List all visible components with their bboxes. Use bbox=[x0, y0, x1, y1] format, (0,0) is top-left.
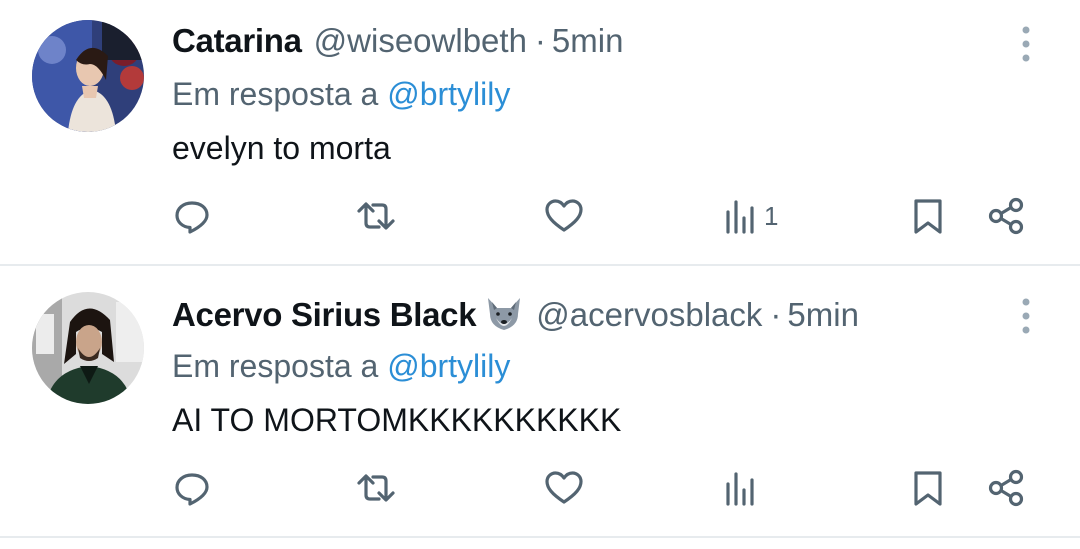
like-icon bbox=[545, 199, 583, 232]
user-handle[interactable]: @acervosblack bbox=[536, 292, 762, 338]
wolf-emoji-icon bbox=[484, 296, 524, 332]
display-name[interactable]: Catarina bbox=[172, 18, 302, 64]
separator-dot: · bbox=[770, 296, 782, 333]
retweet-icon bbox=[357, 202, 395, 230]
share-icon bbox=[988, 469, 1024, 507]
retweet-button[interactable] bbox=[356, 192, 396, 240]
reply-mention-link[interactable]: @brtylily bbox=[387, 76, 510, 112]
retweet-icon bbox=[357, 474, 395, 502]
action-bar bbox=[0, 464, 1080, 512]
avatar[interactable] bbox=[32, 20, 144, 132]
tweet-header: Acervo Sirius Black @acervosblack · 5min bbox=[172, 290, 859, 338]
views-button[interactable] bbox=[722, 464, 764, 512]
reply-button[interactable] bbox=[172, 464, 212, 512]
tweet[interactable]: Catarina @wiseowlbeth · 5min Em resposta… bbox=[0, 0, 1080, 266]
more-vertical-icon[interactable] bbox=[1014, 296, 1038, 336]
display-name[interactable]: Acervo Sirius Black bbox=[172, 292, 477, 338]
views-icon bbox=[726, 472, 754, 506]
reply-context: Em resposta a @brtylily bbox=[172, 344, 510, 388]
separator-dot: · bbox=[534, 22, 546, 59]
timestamp[interactable]: 5min bbox=[787, 292, 859, 338]
action-bar: 1 bbox=[0, 192, 1080, 240]
tweet-text: evelyn to morta bbox=[172, 130, 391, 166]
reply-button[interactable] bbox=[172, 192, 212, 240]
reply-mention-link[interactable]: @brtylily bbox=[387, 348, 510, 384]
bookmark-button[interactable] bbox=[908, 192, 948, 240]
avatar[interactable] bbox=[32, 292, 144, 404]
like-button[interactable] bbox=[544, 464, 584, 512]
retweet-button[interactable] bbox=[356, 464, 396, 512]
views-icon bbox=[726, 200, 754, 234]
bookmark-icon bbox=[914, 199, 942, 234]
bookmark-button[interactable] bbox=[908, 464, 948, 512]
like-button[interactable] bbox=[544, 192, 584, 240]
views-button[interactable]: 1 bbox=[722, 192, 778, 240]
reply-context: Em resposta a @brtylily bbox=[172, 72, 510, 116]
reply-prefix: Em resposta a bbox=[172, 348, 379, 384]
reply-feed: Catarina @wiseowlbeth · 5min Em resposta… bbox=[0, 0, 1080, 549]
tweet-text: AI TO MORTOMKKKKKKKKKK bbox=[172, 402, 622, 438]
share-button[interactable] bbox=[986, 192, 1026, 240]
views-count: 1 bbox=[764, 200, 779, 231]
timestamp[interactable]: 5min bbox=[552, 18, 624, 64]
like-icon bbox=[545, 471, 583, 504]
more-vertical-icon[interactable] bbox=[1014, 24, 1038, 64]
share-icon bbox=[988, 197, 1024, 235]
tweet[interactable]: Acervo Sirius Black @acervosblack · 5min bbox=[0, 272, 1080, 538]
share-button[interactable] bbox=[986, 464, 1026, 512]
user-handle[interactable]: @wiseowlbeth bbox=[314, 18, 527, 64]
tweet-header: Catarina @wiseowlbeth · 5min bbox=[172, 18, 623, 64]
reply-prefix: Em resposta a bbox=[172, 76, 379, 112]
reply-icon bbox=[175, 473, 209, 506]
bookmark-icon bbox=[914, 471, 942, 506]
reply-icon bbox=[175, 201, 209, 234]
